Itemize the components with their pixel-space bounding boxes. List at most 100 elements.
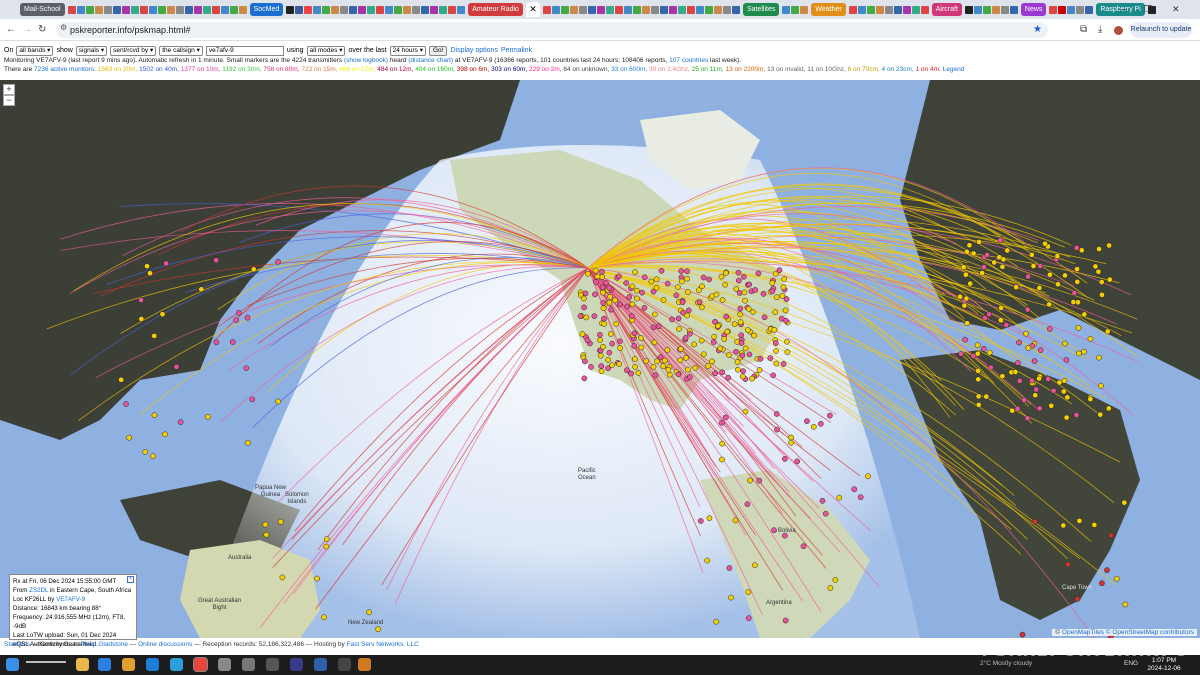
station-marker[interactable] — [1036, 405, 1043, 412]
station-marker[interactable] — [588, 364, 594, 370]
station-marker[interactable] — [998, 305, 1004, 311]
relaunch-button[interactable]: Relaunch to update — [1130, 22, 1192, 38]
station-marker[interactable] — [781, 276, 788, 282]
app-icon[interactable] — [266, 658, 279, 671]
station-marker[interactable] — [713, 291, 720, 298]
station-marker[interactable] — [745, 305, 752, 312]
station-marker[interactable] — [584, 337, 591, 344]
station-marker[interactable] — [1062, 340, 1068, 347]
station-marker[interactable] — [613, 320, 620, 327]
station-marker[interactable] — [577, 313, 584, 319]
station-marker[interactable] — [235, 310, 242, 316]
station-marker[interactable] — [699, 283, 705, 290]
station-marker[interactable] — [784, 338, 790, 345]
station-marker[interactable] — [725, 374, 732, 381]
station-marker[interactable] — [1047, 271, 1053, 278]
station-marker[interactable] — [669, 316, 675, 323]
station-marker[interactable] — [213, 339, 220, 346]
station-marker[interactable] — [685, 289, 691, 295]
station-marker[interactable] — [749, 375, 755, 382]
station-marker[interactable] — [1071, 290, 1078, 296]
mode-select[interactable]: all modes ▾ — [306, 45, 346, 56]
station-marker[interactable] — [1075, 324, 1082, 331]
station-marker[interactable] — [617, 345, 624, 351]
station-marker[interactable] — [771, 326, 778, 333]
station-marker[interactable] — [1062, 272, 1068, 279]
station-marker[interactable] — [1054, 253, 1061, 260]
chrome-icon[interactable] — [193, 657, 208, 672]
maximize-icon[interactable]: ❐ — [1144, 0, 1152, 19]
station-marker[interactable] — [1092, 263, 1099, 270]
station-marker[interactable] — [599, 274, 606, 280]
station-marker[interactable] — [970, 250, 977, 257]
station-marker[interactable] — [653, 284, 660, 291]
map-canvas[interactable] — [0, 80, 1200, 638]
station-marker[interactable] — [732, 517, 739, 524]
station-marker[interactable] — [1042, 240, 1048, 247]
station-marker[interactable] — [123, 401, 129, 407]
station-marker[interactable] — [742, 345, 749, 352]
station-marker[interactable] — [739, 352, 746, 359]
widgets-icon[interactable] — [76, 658, 89, 671]
station-marker[interactable] — [609, 362, 616, 369]
station-marker[interactable] — [745, 589, 752, 595]
back-icon[interactable]: ← — [6, 22, 16, 38]
station-marker[interactable] — [857, 494, 864, 501]
station-marker[interactable] — [712, 370, 718, 377]
station-marker[interactable] — [607, 331, 614, 337]
station-marker[interactable] — [603, 280, 609, 286]
station-marker[interactable] — [1096, 246, 1102, 252]
station-marker[interactable] — [1099, 580, 1105, 587]
openmaptiles-link[interactable]: OpenMapTiles — [1062, 629, 1104, 636]
from-callsign-link[interactable]: ZS2DL — [29, 587, 48, 594]
station-marker[interactable] — [747, 477, 753, 484]
station-marker[interactable] — [606, 299, 613, 306]
zoom-in-button[interactable]: + — [3, 84, 15, 95]
what-select[interactable]: signals ▾ — [75, 45, 108, 56]
station-marker[interactable] — [684, 268, 690, 275]
station-marker[interactable] — [739, 373, 746, 380]
station-marker[interactable] — [997, 237, 1004, 244]
station-marker[interactable] — [639, 289, 645, 296]
tab-favicons[interactable] — [67, 5, 247, 14]
station-marker[interactable] — [981, 264, 987, 270]
station-marker[interactable] — [1081, 311, 1088, 318]
station-marker[interactable] — [606, 349, 613, 356]
station-marker[interactable] — [719, 297, 726, 303]
station-marker[interactable] — [673, 292, 680, 299]
station-marker[interactable] — [687, 374, 693, 380]
tab-group-aircraft[interactable]: Aircraft — [931, 3, 962, 16]
station-marker[interactable] — [752, 562, 758, 569]
station-marker[interactable] — [1060, 522, 1067, 529]
station-marker[interactable] — [794, 458, 800, 465]
station-marker[interactable] — [682, 335, 689, 341]
station-marker[interactable] — [600, 343, 606, 350]
app-icon[interactable] — [290, 658, 303, 671]
station-marker[interactable] — [738, 332, 745, 339]
station-marker[interactable] — [752, 287, 759, 293]
station-marker[interactable] — [719, 440, 726, 447]
station-marker[interactable] — [275, 258, 281, 265]
station-marker[interactable] — [1045, 376, 1052, 382]
station-marker[interactable] — [706, 515, 713, 522]
station-marker[interactable] — [719, 456, 725, 463]
station-marker[interactable] — [782, 617, 789, 624]
station-marker[interactable] — [711, 333, 717, 340]
station-marker[interactable] — [147, 270, 153, 277]
station-marker[interactable] — [597, 352, 604, 359]
station-marker[interactable] — [1121, 499, 1128, 506]
station-marker[interactable] — [975, 402, 982, 408]
station-marker[interactable] — [746, 281, 752, 288]
station-marker[interactable] — [1105, 405, 1112, 412]
station-marker[interactable] — [173, 364, 180, 370]
download-icon[interactable]: ⤓ — [1098, 22, 1102, 38]
station-marker[interactable] — [1065, 561, 1071, 568]
station-marker[interactable] — [740, 368, 746, 374]
station-marker[interactable] — [772, 270, 779, 277]
station-marker[interactable] — [723, 313, 730, 320]
station-marker[interactable] — [142, 448, 149, 455]
station-marker[interactable] — [593, 279, 599, 285]
station-marker[interactable] — [737, 319, 744, 326]
station-marker[interactable] — [599, 289, 606, 296]
station-marker[interactable] — [1037, 347, 1044, 354]
